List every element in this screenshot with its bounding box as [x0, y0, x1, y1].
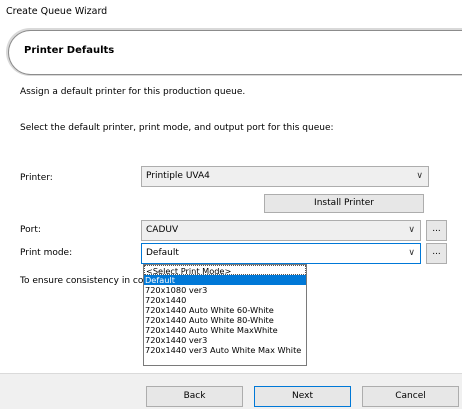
printer-label: Printer: [20, 173, 53, 183]
install-printer-button[interactable]: Install Printer [264, 194, 424, 213]
print-mode-dropdown-list[interactable]: <Select Print Mode> Default 720x1080 ver… [143, 264, 307, 366]
list-item[interactable]: <Select Print Mode> [144, 265, 306, 275]
list-item[interactable]: Default [144, 275, 306, 285]
cancel-button[interactable]: Cancel [362, 386, 459, 407]
back-button[interactable]: Back [146, 386, 243, 407]
consistency-note: To ensure consistency in colo [20, 276, 152, 286]
print-mode-select[interactable]: Default ∨ [141, 243, 421, 264]
list-item[interactable]: 720x1440 ver3 [144, 335, 306, 345]
printer-select-value: Printiple UVA4 [146, 171, 210, 181]
description-line-1: Assign a default printer for this produc… [20, 87, 246, 97]
printer-select[interactable]: Printiple UVA4 ∨ [141, 166, 429, 187]
print-mode-label: Print mode: [20, 248, 73, 258]
chevron-down-icon: ∨ [416, 171, 423, 181]
page-title: Printer Defaults [24, 45, 115, 56]
port-label: Port: [20, 225, 41, 235]
list-item[interactable]: 720x1440 ver3 Auto White Max White [144, 345, 306, 355]
description-line-2: Select the default printer, print mode, … [20, 123, 334, 133]
chevron-down-icon: ∨ [408, 225, 415, 235]
chevron-down-icon: ∨ [408, 248, 415, 258]
list-item[interactable]: 720x1440 Auto White 80-White [144, 315, 306, 325]
print-mode-select-value: Default [146, 248, 179, 258]
port-select[interactable]: CADUV ∨ [141, 220, 421, 241]
list-item[interactable]: 720x1440 Auto White MaxWhite [144, 325, 306, 335]
window-title: Create Queue Wizard [6, 6, 108, 17]
port-select-value: CADUV [146, 225, 179, 235]
next-button[interactable]: Next [254, 386, 351, 407]
list-item[interactable]: 720x1440 Auto White 60-White [144, 305, 306, 315]
list-item[interactable]: 720x1440 [144, 295, 306, 305]
print-mode-browse-button[interactable]: ... [426, 243, 447, 264]
port-browse-button[interactable]: ... [426, 220, 447, 241]
list-item[interactable]: 720x1080 ver3 [144, 285, 306, 295]
